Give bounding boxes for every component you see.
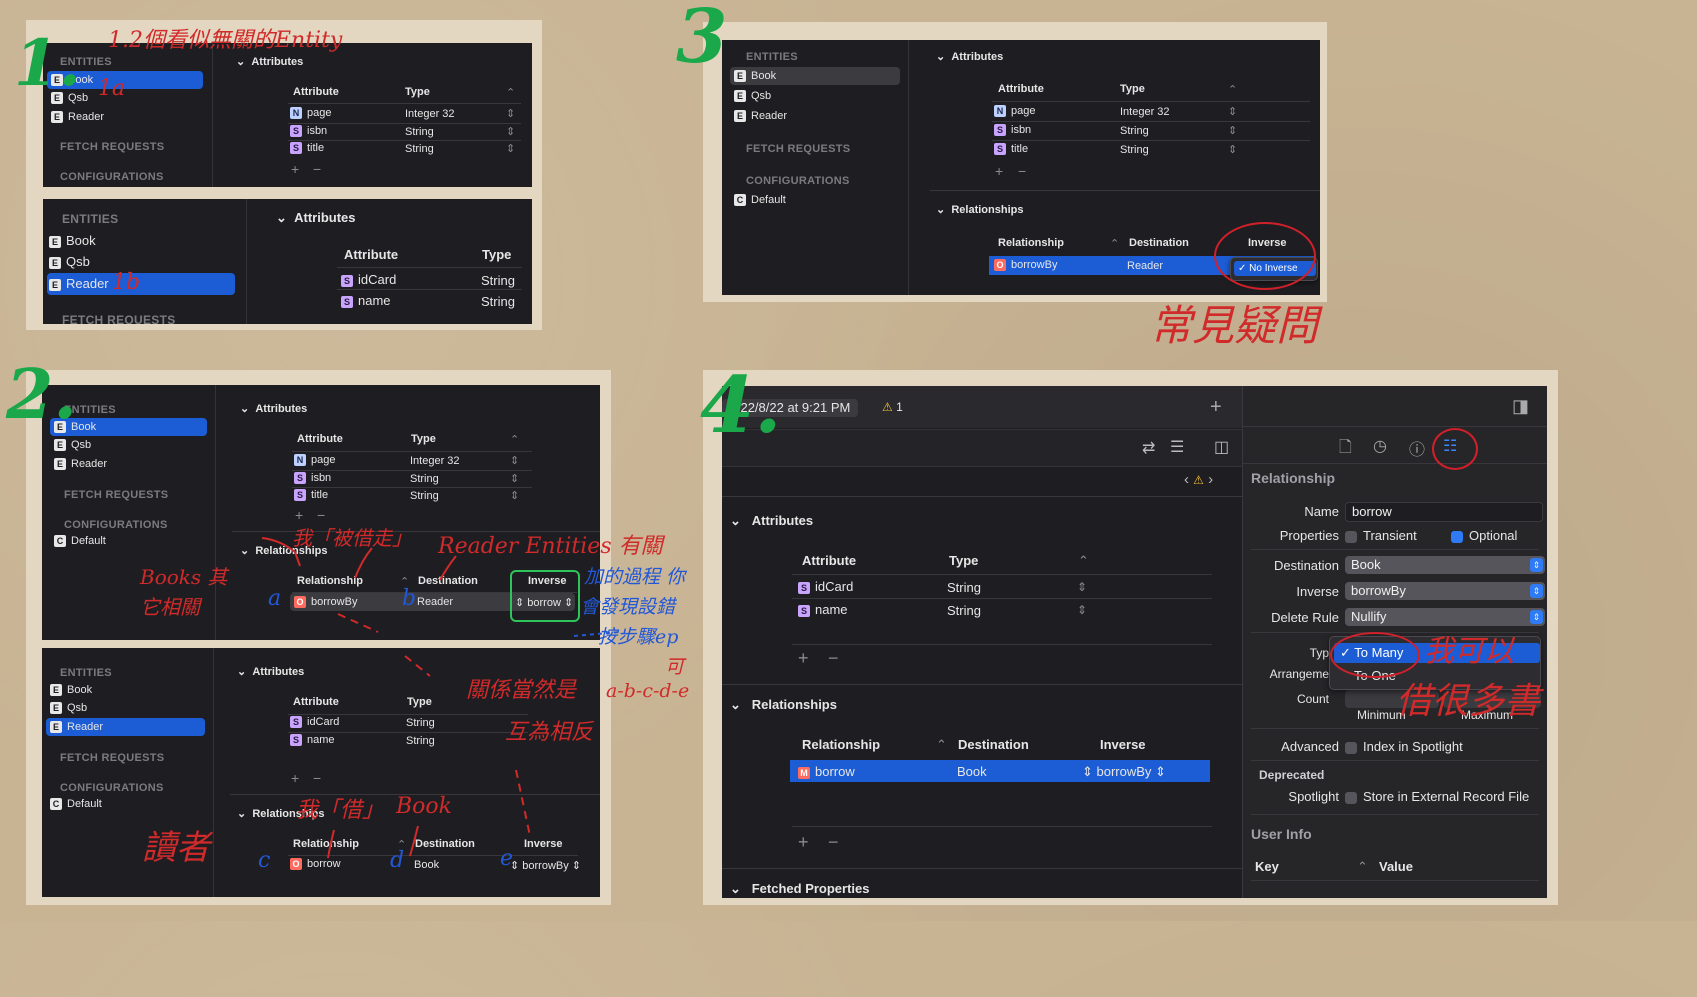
annotation-strokes — [261, 537, 621, 859]
